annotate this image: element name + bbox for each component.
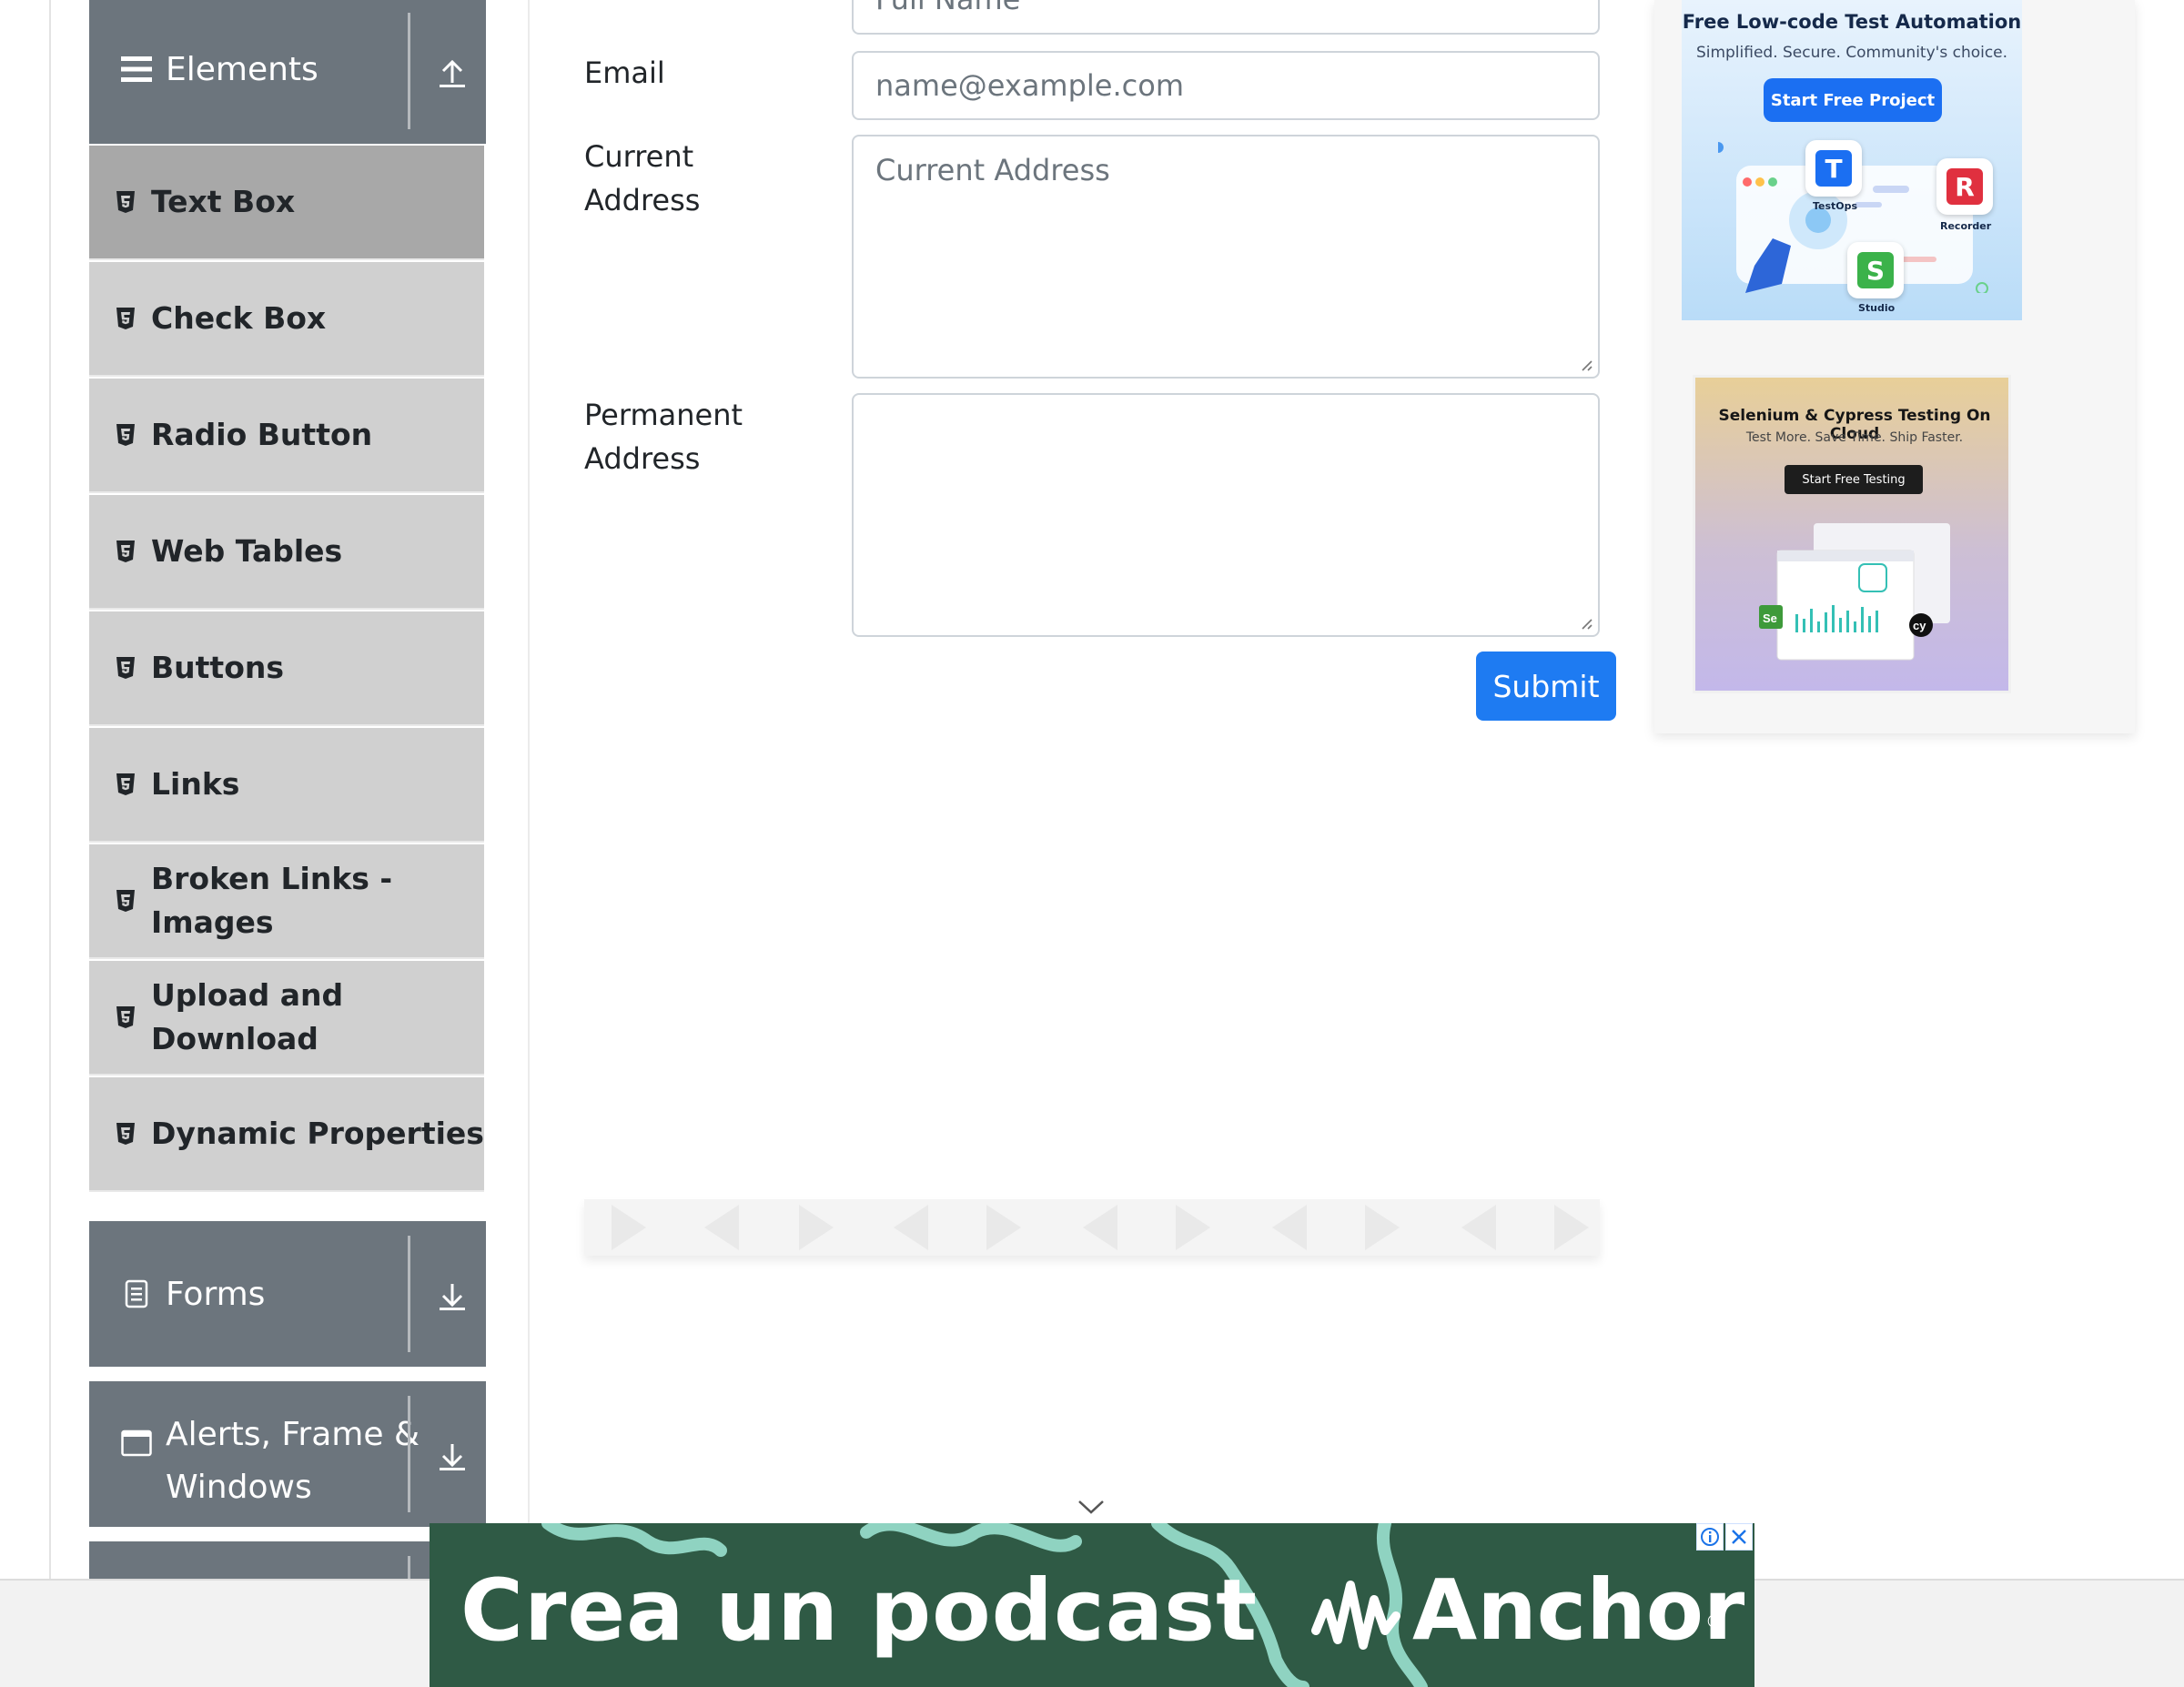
header-separator xyxy=(408,13,410,129)
upload-icon[interactable] xyxy=(433,53,471,93)
recorder-label: Recorder xyxy=(1940,220,1992,232)
html5-icon xyxy=(116,308,135,329)
sidebar-item-label: Text Box xyxy=(151,184,296,219)
registered-mark: ® xyxy=(1705,1611,1724,1632)
cypress-badge: cy xyxy=(1913,619,1926,632)
ad2-cta-button[interactable]: Start Free Testing xyxy=(1785,465,1923,494)
window-icon xyxy=(118,1425,155,1461)
hamburger-icon xyxy=(118,51,155,87)
sidebar-item-web-tables[interactable]: Web Tables xyxy=(89,495,484,610)
ad-info-icon[interactable] xyxy=(1696,1523,1724,1551)
html5-icon xyxy=(116,191,135,213)
full-name-input[interactable]: Full Name xyxy=(852,0,1600,35)
email-label: Email xyxy=(584,56,665,90)
ad1-subline: Simplified. Secure. Community's choice. xyxy=(1695,44,2008,62)
ad1-cta-button[interactable]: Start Free Project xyxy=(1764,78,1942,122)
ad-close-icon[interactable] xyxy=(1725,1523,1753,1551)
selenium-badge: Se xyxy=(1763,611,1777,625)
resize-grip-icon[interactable] xyxy=(1578,357,1592,371)
document-icon xyxy=(118,1276,155,1312)
adchoices[interactable] xyxy=(1696,1523,1753,1552)
column-divider xyxy=(528,0,530,1579)
current-address-textarea[interactable]: Current Address xyxy=(852,135,1600,379)
html5-icon xyxy=(116,890,135,912)
html5-icon xyxy=(116,1006,135,1028)
banner-tagline: Crea un podcast xyxy=(460,1561,1259,1661)
email-field[interactable]: name@example.com xyxy=(852,51,1600,120)
ad-katalon[interactable]: Free Low-code Test Automation Simplified… xyxy=(1682,0,2022,320)
sidebar-item-label: Broken Links - Images xyxy=(151,861,393,940)
resize-grip-icon[interactable] xyxy=(1578,615,1592,630)
download-icon[interactable] xyxy=(433,1276,471,1316)
submit-button[interactable]: Submit xyxy=(1476,652,1616,721)
group-header-forms-label: Forms xyxy=(166,1275,266,1313)
group-header-elements-label: Elements xyxy=(166,50,318,88)
sidebar-item-label: Radio Button xyxy=(151,417,373,452)
html5-icon xyxy=(116,424,135,446)
sidebar-item-label: Buttons xyxy=(151,650,285,685)
left-border xyxy=(49,0,51,1579)
permanent-address-label: Permanent Address xyxy=(584,398,743,476)
group-header-elements-title: Elements xyxy=(89,47,318,91)
studio-label: Studio xyxy=(1858,302,1896,314)
ad2-subline: Test More. Save Time. Ship Faster. xyxy=(1745,430,1964,445)
output-placeholder-strip xyxy=(584,1199,1600,1256)
permanent-address-textarea[interactable] xyxy=(852,393,1600,637)
sidebar-item-radio-button[interactable]: Radio Button xyxy=(89,379,484,493)
html5-icon xyxy=(116,540,135,562)
email-placeholder: name@example.com xyxy=(875,68,1184,103)
sidebar-item-dynamic-properties[interactable]: Dynamic Properties xyxy=(89,1077,484,1192)
group-header-alerts-label: Alerts, Frame & Windows xyxy=(166,1416,420,1506)
current-address-placeholder: Current Address xyxy=(875,153,1110,187)
sidebar-item-buttons[interactable]: Buttons xyxy=(89,611,484,726)
header-separator xyxy=(408,1236,410,1352)
banner-brand: Anchor xyxy=(1412,1561,1745,1659)
header-separator xyxy=(408,1556,410,1579)
ad-lambdatest[interactable]: Selenium & Cypress Testing On Cloud Test… xyxy=(1693,375,2011,693)
header-separator xyxy=(408,1396,410,1512)
sidebar-item-label: Web Tables xyxy=(151,533,343,569)
recorder-tile: R xyxy=(1936,158,1993,215)
html5-icon xyxy=(116,773,135,795)
testops-tile: T xyxy=(1805,140,1862,197)
full-name-placeholder: Full Name xyxy=(875,0,1020,16)
sidebar-item-text-box[interactable]: Text Box xyxy=(89,146,484,260)
download-icon[interactable] xyxy=(433,1436,471,1476)
ad1-headline: Free Low-code Test Automation xyxy=(1682,11,2022,33)
group-header-next[interactable] xyxy=(89,1541,486,1579)
html5-icon xyxy=(116,1123,135,1145)
group-header-forms[interactable]: Forms xyxy=(89,1221,486,1367)
sidebar-item-label: Links xyxy=(151,766,240,802)
group-header-alerts[interactable]: Alerts, Frame & Windows xyxy=(89,1381,486,1527)
testops-label: TestOps xyxy=(1813,200,1858,212)
sidebar-item-broken-links-images[interactable]: Broken Links - Images xyxy=(89,844,484,959)
studio-tile: S xyxy=(1847,242,1904,298)
current-address-label: Current Address xyxy=(584,139,701,217)
group-header-elements[interactable]: Elements xyxy=(89,0,486,144)
group-header-forms-title: Forms xyxy=(89,1272,265,1316)
sidebar-item-label: Check Box xyxy=(151,300,327,336)
chevron-down-icon[interactable] xyxy=(1077,1498,1105,1516)
sidebar-item-check-box[interactable]: Check Box xyxy=(89,262,484,377)
group-header-alerts-title: Alerts, Frame & Windows xyxy=(89,1409,420,1509)
sidebar-item-label: Upload and Download xyxy=(151,977,344,1056)
sidebar-item-label: Dynamic Properties xyxy=(151,1116,484,1151)
sidebar-item-links[interactable]: Links xyxy=(89,728,484,843)
anchor-banner-ad[interactable]: Crea un podcast Anchor ® xyxy=(430,1523,1754,1687)
anchor-logo-icon xyxy=(1311,1581,1400,1650)
ad2-illustration: Se cy xyxy=(1759,523,1950,661)
page: Elements Text Box Check Box Radio Button We… xyxy=(0,0,2184,1687)
html5-icon xyxy=(116,657,135,679)
sidebar-item-upload-and-download[interactable]: Upload and Download xyxy=(89,961,484,1076)
